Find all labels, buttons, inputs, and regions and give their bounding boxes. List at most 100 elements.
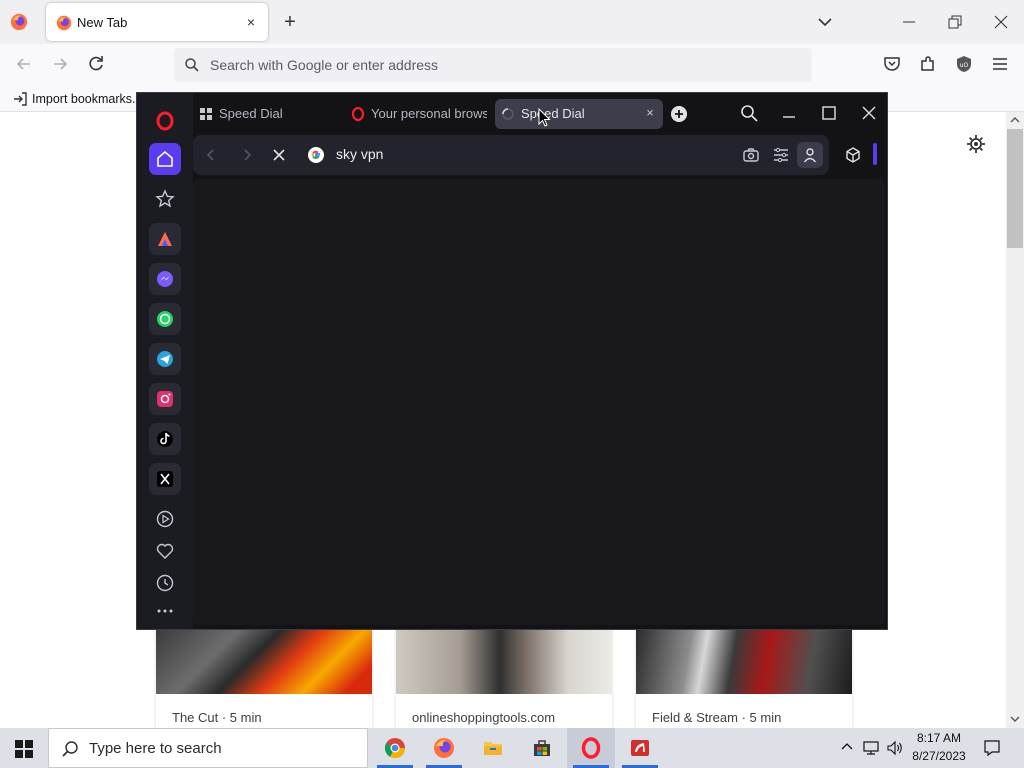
opera-tab-speed-dial-active[interactable]: Speed Dial × — [495, 99, 663, 129]
tab-title: New Tab — [77, 15, 128, 30]
telegram-icon — [157, 351, 173, 367]
window-minimize-icon[interactable] — [779, 103, 799, 123]
story-source: The Cut · 5 min — [172, 710, 262, 725]
sidebar-player-button[interactable] — [149, 503, 181, 535]
clock-date[interactable]: 8/27/2023 — [904, 749, 974, 763]
page-scrollbar[interactable] — [1006, 112, 1024, 728]
volume-icon[interactable] — [886, 739, 904, 757]
scroll-down-icon[interactable] — [1010, 714, 1020, 724]
sidebar-pinboard-button[interactable] — [149, 183, 181, 215]
window-maximize-icon[interactable] — [819, 103, 839, 123]
story-card[interactable]: Field & Stream · 5 min — [636, 628, 852, 728]
opera-window: Speed Dial Your personal browser Speed D… — [136, 92, 888, 630]
opera-tab-personal-browser[interactable]: Your personal browser — [345, 99, 491, 129]
window-minimize-icon[interactable] — [900, 14, 918, 30]
whatsapp-icon — [157, 311, 173, 327]
chrome-icon — [384, 738, 406, 759]
hamburger-menu-icon[interactable] — [990, 54, 1010, 74]
search-icon — [185, 58, 199, 72]
sidebar-instagram-button[interactable] — [149, 383, 181, 415]
profile-button[interactable] — [797, 142, 823, 168]
back-arrow-icon[interactable] — [14, 54, 34, 74]
firefox-favicon-icon — [56, 15, 72, 31]
loading-spinner-icon — [502, 108, 514, 120]
taskbar-search-box[interactable]: Type here to search — [48, 728, 368, 768]
sidebar-home-button[interactable] — [149, 143, 181, 175]
sidebar-more-button[interactable] — [149, 595, 181, 627]
opera-icon — [581, 737, 601, 759]
loading-progress-bar — [873, 143, 877, 165]
more-dots-icon — [157, 609, 173, 613]
clock-time[interactable]: 8:17 AM — [904, 731, 974, 745]
scroll-up-icon[interactable] — [1010, 115, 1020, 125]
star-outline-icon — [155, 189, 175, 208]
speed-dial-grid-icon — [200, 108, 212, 120]
taskbar-pinned-app-button[interactable] — [616, 728, 664, 768]
sidebar-tiktok-button[interactable] — [149, 423, 181, 455]
show-hidden-icons-chevron-icon[interactable] — [840, 740, 854, 754]
google-logo-icon — [308, 147, 324, 163]
tiktok-icon — [157, 431, 173, 447]
story-card[interactable]: The Cut · 5 min — [156, 628, 372, 728]
scrollbar-thumb[interactable] — [1007, 129, 1023, 248]
red-app-icon — [631, 740, 649, 756]
story-image — [156, 628, 372, 694]
network-icon[interactable] — [862, 739, 880, 757]
import-bookmarks-icon — [14, 92, 27, 106]
start-button[interactable] — [0, 728, 48, 768]
home-icon — [157, 150, 173, 167]
sidebar-aria-button[interactable] — [149, 223, 181, 255]
opera-tab-label: Speed Dial — [521, 106, 585, 121]
notification-center-icon[interactable] — [983, 739, 1001, 757]
easy-setup-sliders-icon[interactable] — [771, 145, 791, 165]
tab-new-tab[interactable]: New Tab × — [46, 3, 268, 41]
opera-favicon-icon — [351, 107, 365, 121]
svg-text:uO: uO — [960, 62, 969, 69]
address-bar[interactable]: Search with Google or enter address — [174, 48, 812, 82]
sidebar-my-flow-button[interactable] — [149, 535, 181, 567]
window-close-icon[interactable] — [992, 13, 1010, 31]
import-bookmarks-link[interactable]: Import bookmarks... — [32, 92, 142, 106]
forward-arrow-icon[interactable] — [50, 54, 70, 74]
sidebar-whatsapp-button[interactable] — [149, 303, 181, 335]
opera-tab-label: Speed Dial — [219, 106, 283, 121]
microsoft-store-icon — [534, 740, 550, 756]
firefox-logo-icon[interactable] — [10, 13, 28, 31]
sidebar-messenger-button[interactable] — [149, 263, 181, 295]
opera-logo-icon[interactable] — [155, 111, 175, 131]
search-tabs-icon[interactable] — [739, 103, 759, 123]
tab-close-icon[interactable]: × — [241, 12, 261, 32]
opera-address-bar[interactable]: sky vpn — [193, 135, 829, 175]
new-tab-button[interactable]: + — [279, 12, 301, 34]
taskbar-store-button[interactable] — [518, 728, 566, 768]
mouse-cursor-icon — [538, 108, 551, 127]
back-chevron-icon[interactable] — [201, 145, 221, 165]
extensions-puzzle-icon[interactable] — [918, 54, 938, 74]
list-all-tabs-icon[interactable] — [815, 12, 835, 32]
pocket-icon[interactable] — [882, 54, 902, 74]
ublock-shield-icon[interactable]: uO — [954, 54, 974, 74]
sidebar-telegram-button[interactable] — [149, 343, 181, 375]
taskbar-file-explorer-button[interactable] — [469, 728, 517, 768]
reload-icon[interactable] — [86, 54, 106, 74]
stop-loading-icon[interactable] — [269, 145, 289, 165]
crypto-wallet-cube-icon[interactable] — [843, 145, 863, 165]
taskbar-chrome-button[interactable] — [371, 728, 419, 768]
messenger-icon — [157, 271, 173, 287]
forward-chevron-icon[interactable] — [237, 145, 257, 165]
sidebar-x-button[interactable] — [149, 463, 181, 495]
story-image — [636, 628, 852, 694]
window-close-icon[interactable] — [859, 103, 879, 123]
camera-snapshot-icon[interactable] — [741, 145, 761, 165]
taskbar-opera-button[interactable] — [567, 728, 615, 768]
story-card[interactable]: onlineshoppingtools.com — [396, 628, 612, 728]
opera-tab-speed-dial[interactable]: Speed Dial — [193, 99, 333, 129]
gear-icon[interactable] — [966, 134, 986, 154]
story-source: onlineshoppingtools.com — [412, 710, 556, 725]
window-restore-icon[interactable] — [946, 13, 964, 31]
tab-close-icon[interactable]: × — [643, 106, 657, 120]
new-tab-plus-icon[interactable] — [671, 106, 687, 122]
taskbar-firefox-button[interactable] — [420, 728, 468, 768]
firefox-nav-bar: Search with Google or enter address uO — [0, 44, 1024, 86]
taskbar-search-placeholder: Type here to search — [89, 740, 222, 757]
